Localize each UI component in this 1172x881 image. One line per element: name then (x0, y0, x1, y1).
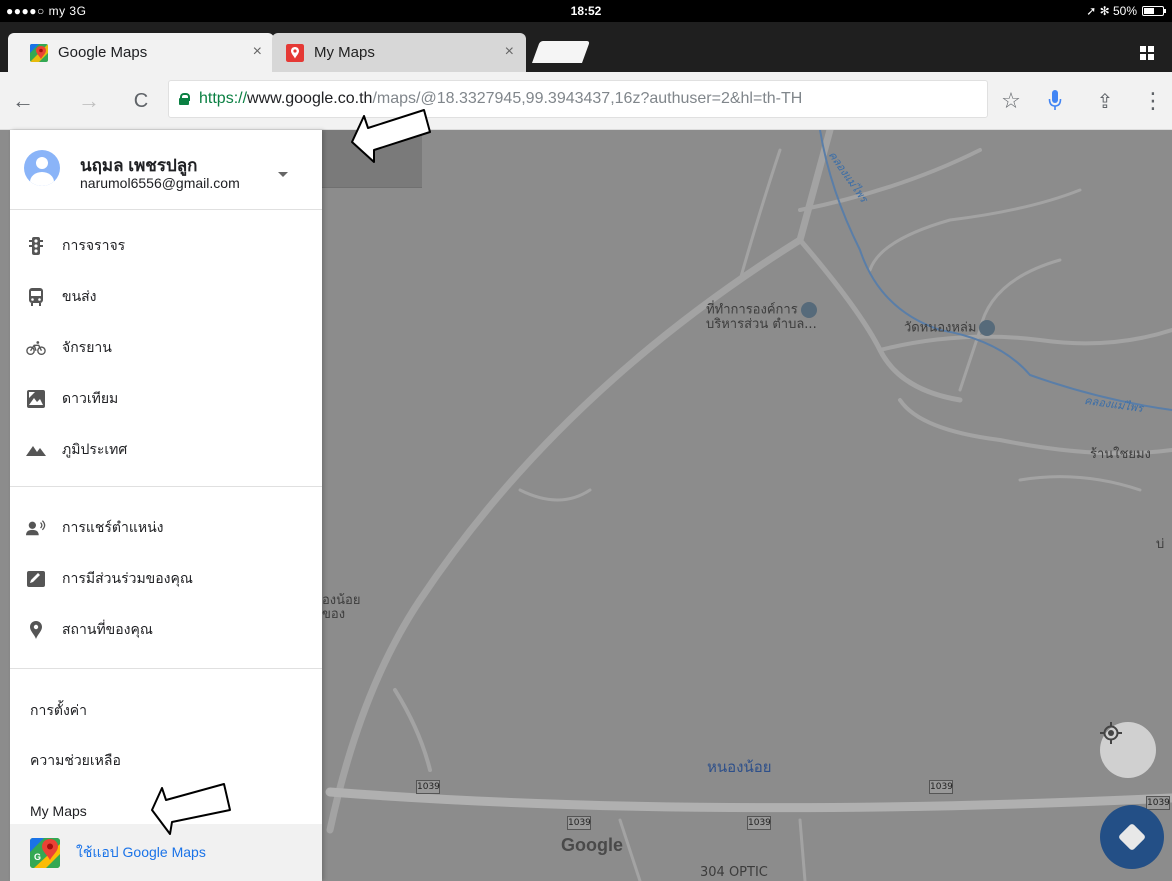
tab-title: Google Maps (58, 44, 148, 61)
my-location-button[interactable] (1100, 722, 1156, 778)
new-tab-button[interactable] (531, 41, 591, 63)
poi-tao-office[interactable]: ที่ทำการองค์การ บริหารส่วน ตำบล... (706, 302, 817, 332)
place-label-left: องน้อย ของ (322, 593, 361, 622)
poi-temple[interactable]: วัดหนองหล่ม (904, 320, 996, 336)
chevron-down-icon[interactable] (278, 172, 288, 177)
tab-switcher-icon[interactable] (1140, 46, 1154, 60)
account-switcher[interactable]: นฤมล เพชรปลูก narumol6556@gmail.com (10, 130, 322, 210)
menu-item-contributions[interactable]: การมีส่วนร่วมของคุณ (10, 553, 322, 604)
back-button[interactable]: ← (6, 84, 40, 118)
traffic-icon (26, 236, 46, 256)
divider (10, 668, 322, 669)
directions-icon (1117, 822, 1147, 852)
forward-button[interactable]: → (72, 84, 106, 118)
directions-button[interactable] (1100, 805, 1164, 869)
tab-google-maps[interactable]: Google Maps × (8, 33, 274, 72)
side-drawer: นฤมล เพชรปลูก narumol6556@gmail.com การจ… (10, 130, 322, 881)
menu-item-your-places[interactable]: สถานที่ของคุณ (10, 604, 322, 655)
tab-title: My Maps (314, 44, 375, 61)
menu-item-location-sharing[interactable]: การแชร์ตำแหน่ง (10, 502, 322, 553)
url-scheme: https:// (199, 90, 248, 107)
close-tab-icon[interactable]: × (505, 43, 514, 61)
crosshair-icon (1100, 722, 1122, 744)
menu-item-satellite[interactable]: ดาวเทียม (10, 373, 322, 424)
share-icon[interactable]: ⇪ (1088, 84, 1122, 118)
reload-button[interactable]: C (124, 84, 158, 118)
place-label-edge: บ่ (1156, 537, 1165, 552)
google-maps-logo-icon: G (30, 837, 60, 868)
poi-optic[interactable]: 304 OPTIC (700, 866, 768, 880)
government-poi-icon (800, 302, 817, 318)
menu-item-bike[interactable]: จักรยาน (10, 322, 322, 373)
transit-icon (26, 287, 46, 307)
terrain-icon (26, 440, 46, 460)
account-email: narumol6556@gmail.com (80, 175, 240, 191)
bike-icon (26, 338, 46, 358)
close-tab-icon[interactable]: × (253, 43, 262, 61)
road-shield: 1039 (929, 780, 953, 794)
menu-item-settings[interactable]: การตั้งค่า (10, 686, 322, 736)
clock: 18:52 (570, 4, 602, 18)
tab-strip: Google Maps × My Maps × (0, 22, 1172, 72)
avatar (24, 150, 60, 186)
status-bar: ●●●●○ my 3G 18:52 ➚ ✻ 50% (0, 0, 1172, 22)
tab-my-maps[interactable]: My Maps × (272, 33, 526, 72)
menu-item-traffic[interactable]: การจราจร (10, 220, 322, 271)
road-shield: 1039 (416, 780, 440, 794)
contribution-icon (26, 569, 46, 589)
satellite-icon (26, 389, 46, 409)
battery-icon (1142, 6, 1166, 16)
my-maps-favicon-icon (286, 43, 304, 62)
poi-shop[interactable]: ร้านใชยมง (1090, 448, 1151, 462)
road-shield: 1039 (567, 816, 591, 830)
mic-icon[interactable] (1038, 84, 1072, 118)
annotation-arrow-icon (351, 109, 431, 163)
bookmark-star-icon[interactable]: ☆ (994, 84, 1028, 118)
road-shield: 1039 (747, 816, 771, 830)
google-logo: Google (561, 835, 623, 855)
address-bar[interactable]: https://www.google.co.th/maps/@18.332794… (168, 80, 988, 118)
layers-menu: การจราจร ขนส่ง จักรยาน ดาวเทียม ภูมิประเ… (10, 220, 322, 475)
place-icon (26, 620, 46, 640)
road-shield: 1039 (1146, 796, 1170, 810)
google-maps-favicon-icon (30, 43, 48, 62)
temple-poi-icon (979, 320, 996, 336)
status-indicators: ➚ ✻ 50% (1086, 4, 1137, 18)
menu-item-terrain[interactable]: ภูมิประเทศ (10, 424, 322, 475)
personal-menu: การแชร์ตำแหน่ง การมีส่วนร่วมของคุณ สถานท… (10, 502, 322, 655)
overflow-menu-icon[interactable]: ⋮ (1136, 84, 1170, 118)
status-right: ➚ ✻ 50% (1086, 4, 1166, 18)
divider (10, 486, 322, 487)
town-label: หนองน้อย (707, 758, 772, 776)
lock-icon (179, 93, 190, 105)
menu-item-transit[interactable]: ขนส่ง (10, 271, 322, 322)
location-share-icon (26, 518, 46, 538)
annotation-arrow-icon (151, 783, 231, 835)
browser-toolbar: ← → C https://www.google.co.th/maps/@18.… (0, 72, 1172, 130)
svg-text:G: G (34, 852, 41, 862)
